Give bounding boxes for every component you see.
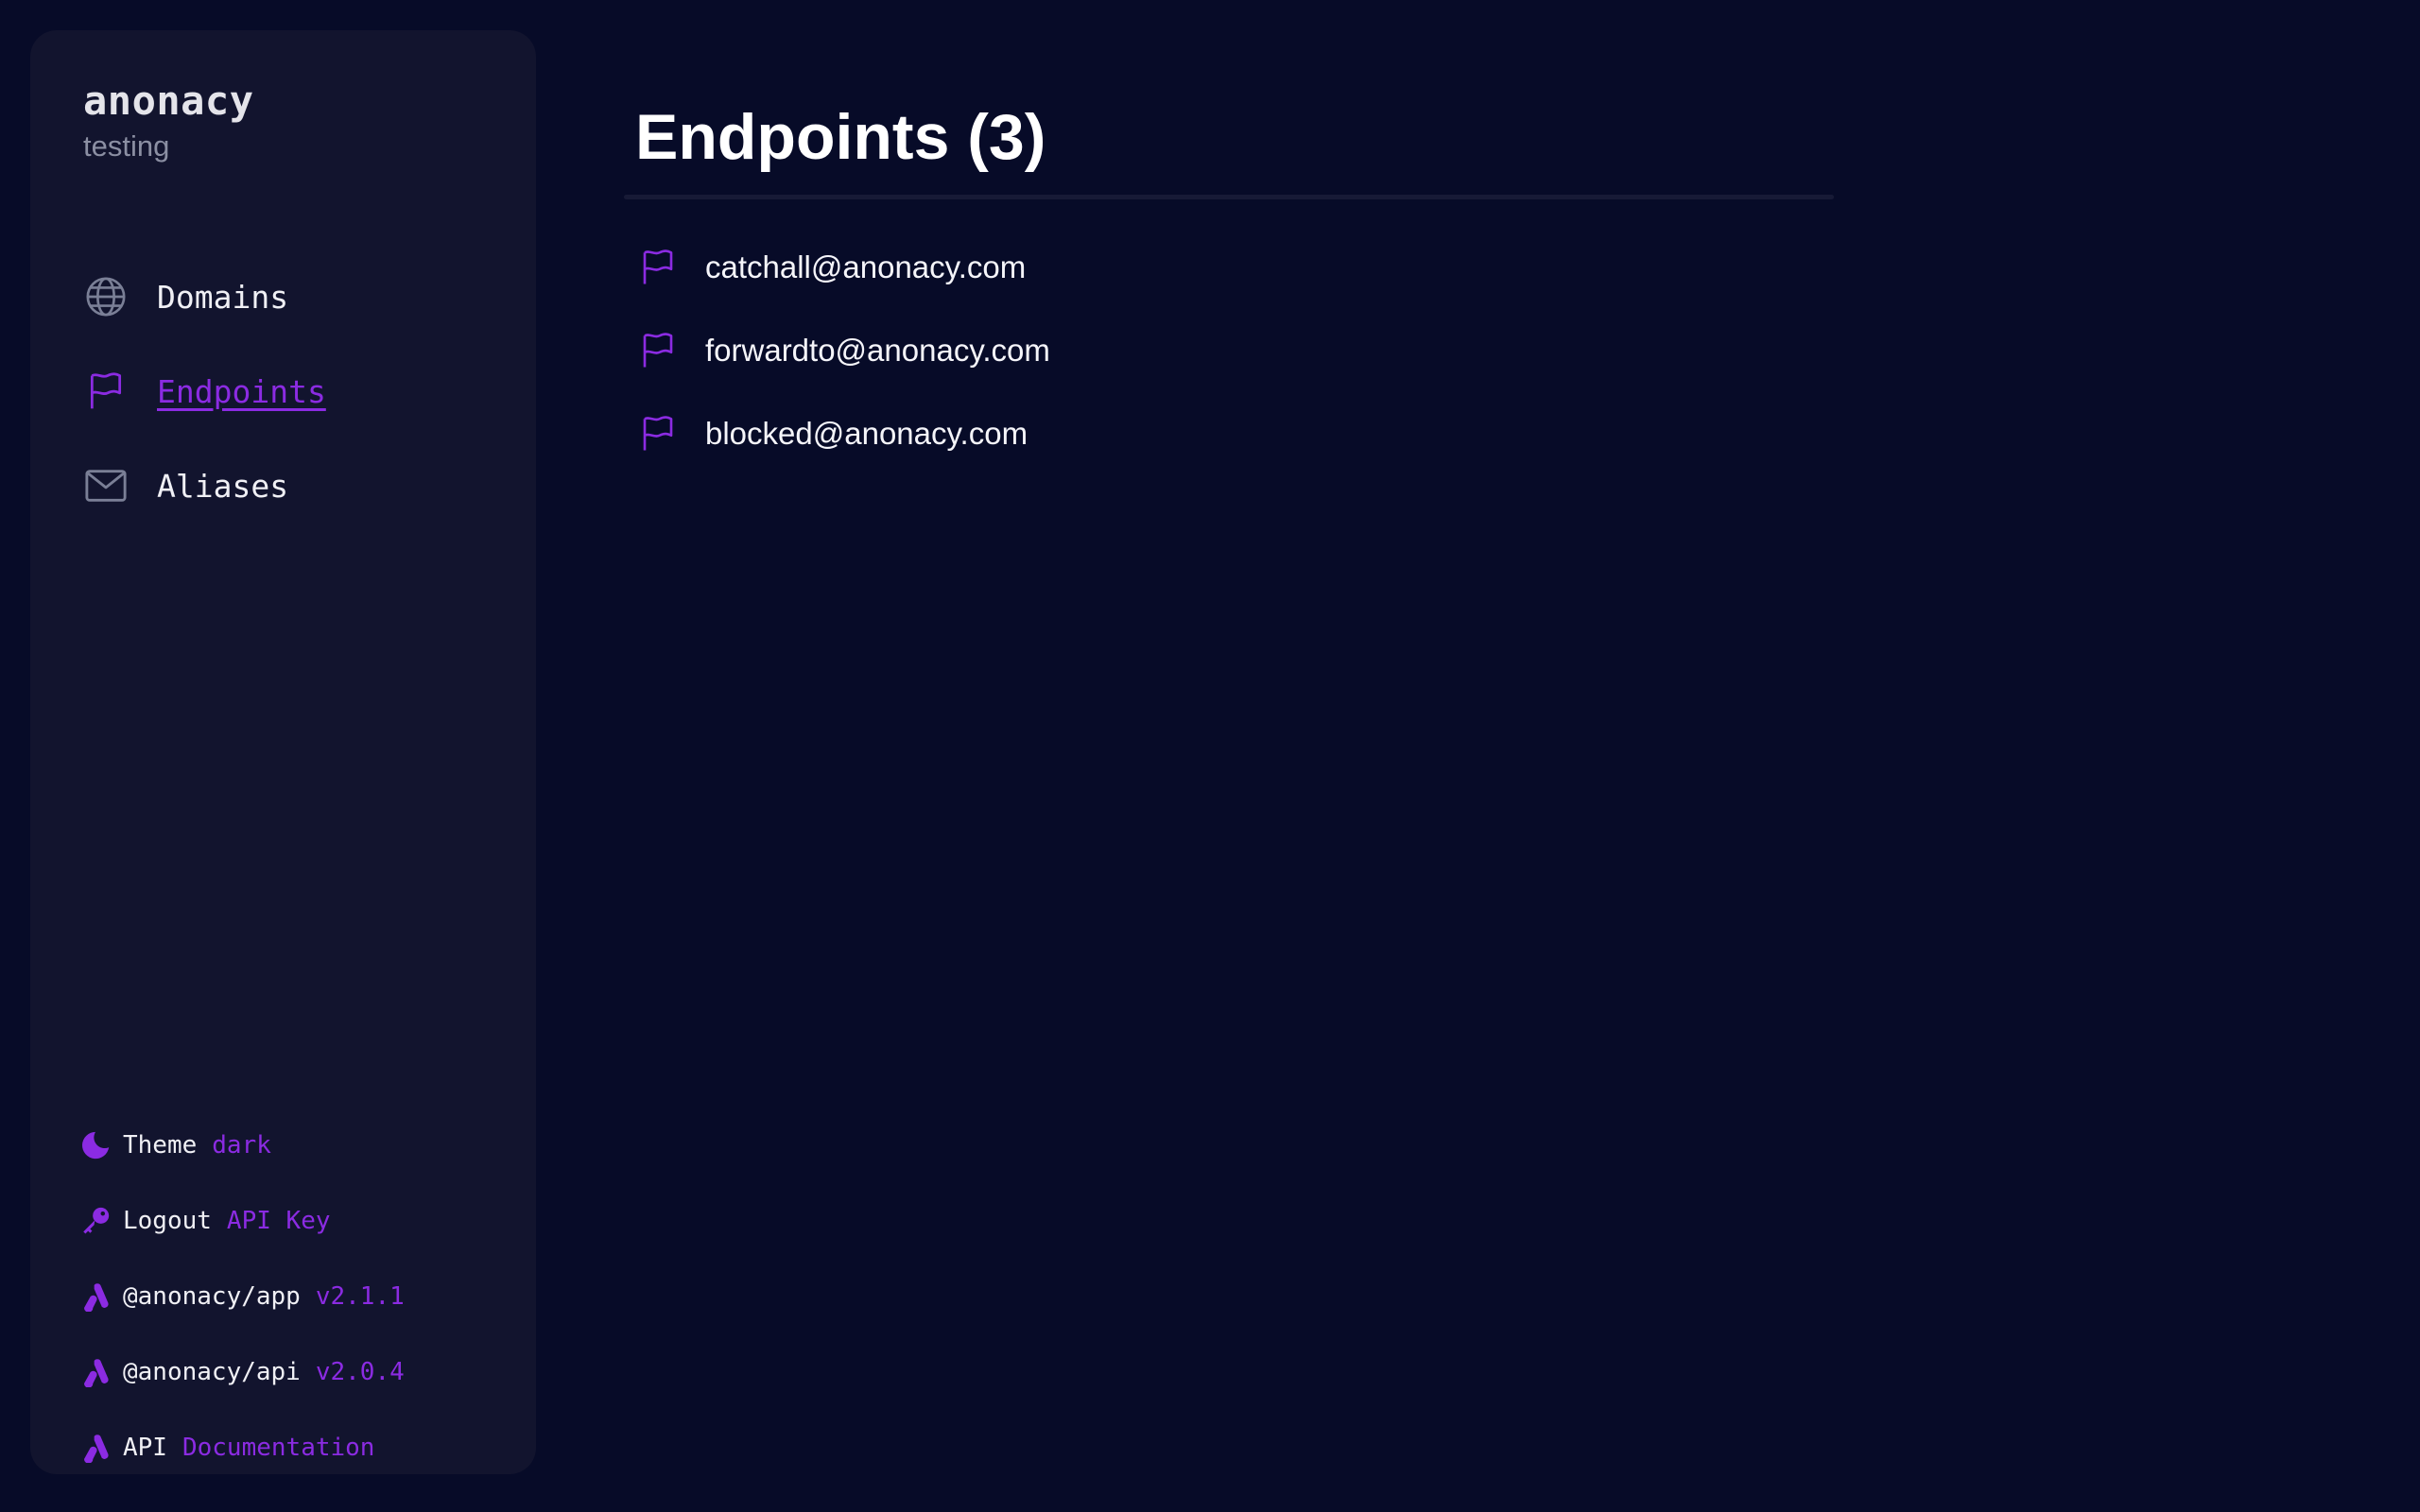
- app-package-label: @anonacy/app: [123, 1282, 301, 1311]
- title-divider: [624, 195, 1834, 199]
- brand-name: anonacy: [83, 77, 254, 124]
- sidebar-item-label: Endpoints: [157, 372, 326, 410]
- app-version-item[interactable]: @anonacy/app v2.1.1: [78, 1259, 512, 1334]
- flag-icon: [637, 247, 679, 288]
- api-docs-item[interactable]: API Documentation: [78, 1410, 512, 1486]
- endpoint-list: catchall@anonacy.com forwardto@anonacy.c…: [624, 226, 1834, 475]
- sidebar-nav: Domains Endpoints Aliases: [83, 249, 499, 533]
- brand-subtitle: testing: [83, 129, 170, 163]
- moon-icon: [78, 1127, 113, 1163]
- sidebar-item-label: Domains: [157, 278, 289, 316]
- anonacy-logo-icon: [78, 1354, 113, 1390]
- main-content: Endpoints (3) catchall@anonacy.com forwa…: [624, 85, 1834, 475]
- endpoint-email[interactable]: forwardto@anonacy.com: [705, 333, 1050, 369]
- endpoint-email[interactable]: blocked@anonacy.com: [705, 416, 1028, 452]
- sidebar-item-endpoints[interactable]: Endpoints: [83, 344, 499, 438]
- logout-label[interactable]: Logout: [123, 1207, 212, 1235]
- endpoint-email[interactable]: catchall@anonacy.com: [705, 249, 1026, 285]
- sidebar-item-label: Aliases: [157, 467, 289, 505]
- sidebar-item-domains[interactable]: Domains: [83, 249, 499, 344]
- brand: anonacy testing: [83, 77, 254, 163]
- api-package-label: @anonacy/api: [123, 1358, 301, 1386]
- anonacy-logo-icon: [78, 1430, 113, 1466]
- sidebar-item-aliases[interactable]: Aliases: [83, 438, 499, 533]
- list-item[interactable]: blocked@anonacy.com: [624, 392, 1834, 475]
- api-docs-label: API: [123, 1434, 167, 1462]
- theme-value[interactable]: dark: [212, 1131, 271, 1160]
- api-version-link[interactable]: v2.0.4: [316, 1358, 405, 1386]
- flag-icon: [637, 330, 679, 371]
- sidebar-footer: Theme dark Logout API Key @anonacy/app v…: [78, 1108, 512, 1486]
- logout-item[interactable]: Logout API Key: [78, 1183, 512, 1259]
- list-item[interactable]: catchall@anonacy.com: [624, 226, 1834, 309]
- api-docs-link[interactable]: Documentation: [182, 1434, 375, 1462]
- page-title: Endpoints (3): [635, 101, 1046, 173]
- flag-icon: [83, 369, 129, 414]
- flag-icon: [637, 413, 679, 455]
- theme-toggle[interactable]: Theme dark: [78, 1108, 512, 1183]
- envelope-icon: [83, 463, 129, 508]
- api-version-item[interactable]: @anonacy/api v2.0.4: [78, 1334, 512, 1410]
- sidebar: anonacy testing Domains Endpoints Aliase…: [30, 30, 536, 1474]
- theme-label: Theme: [123, 1131, 198, 1160]
- anonacy-logo-icon: [78, 1279, 113, 1314]
- app-version-link[interactable]: v2.1.1: [316, 1282, 405, 1311]
- globe-icon: [83, 274, 129, 319]
- key-icon: [78, 1203, 113, 1239]
- logout-value[interactable]: API Key: [227, 1207, 331, 1235]
- list-item[interactable]: forwardto@anonacy.com: [624, 309, 1834, 392]
